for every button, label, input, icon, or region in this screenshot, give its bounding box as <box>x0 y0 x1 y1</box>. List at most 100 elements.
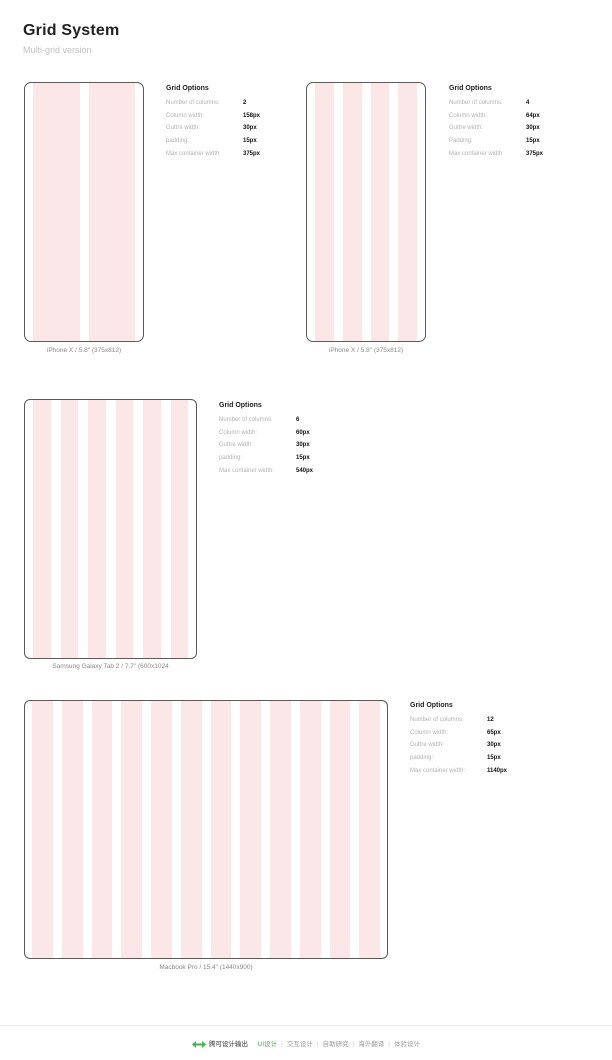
option-value: 15px <box>296 455 310 462</box>
option-row: Max container width: 540px <box>219 468 313 481</box>
option-row: Number of columns: 12 <box>410 717 494 730</box>
grid-column <box>33 400 51 658</box>
option-label: Guttre width: <box>166 125 201 132</box>
grid-column <box>342 83 362 341</box>
option-label: Column width: <box>219 429 258 436</box>
option-value: 375px <box>526 150 544 157</box>
device-frame-iphone-2col <box>24 82 144 342</box>
grid-column <box>180 701 202 958</box>
grid-column <box>61 701 83 958</box>
grid-column <box>60 400 78 658</box>
device-caption: Samsung Galaxy Tab 2 / 7.7" (600x1024 <box>52 663 169 670</box>
grid-column <box>115 400 133 658</box>
footer-divider <box>0 1025 612 1026</box>
grid-options-title: Grid Options <box>166 85 209 92</box>
grid-column <box>398 83 417 341</box>
option-row: Number of columns: 6 <box>219 417 299 430</box>
option-value: 375px <box>243 150 261 157</box>
footer-link-interaction[interactable]: 交互设计 <box>287 1041 313 1048</box>
grid-column <box>170 400 188 658</box>
option-label: Max container width <box>166 150 220 157</box>
grid-options-panel: Grid Options Number of columns: 12 Column… <box>410 702 507 781</box>
grid-column <box>88 83 135 341</box>
option-row: Column width: 65px <box>410 729 501 743</box>
option-label: Number of columns: <box>219 417 273 423</box>
footer-separator: | <box>388 1041 390 1048</box>
option-label: Column width: <box>166 112 205 119</box>
option-label: Number of columns: <box>449 100 503 106</box>
footer-brand: 腾可设计输出 <box>209 1041 249 1048</box>
option-label: Max container width: <box>219 467 275 474</box>
option-value: 1140px <box>487 767 508 774</box>
footer-separator: | <box>352 1041 355 1048</box>
grid-options-panel: Grid Options Number of columns: 6 Column … <box>219 402 313 481</box>
grid-column <box>143 400 161 658</box>
option-value: 4 <box>526 100 530 106</box>
option-label: padding: <box>219 455 243 462</box>
option-label: Number of columns: <box>166 100 220 106</box>
option-value: 6 <box>296 417 300 423</box>
footer-link-ui[interactable]: UI设计 <box>258 1041 278 1048</box>
grid-column <box>329 701 351 958</box>
grid-column <box>359 701 380 958</box>
device-frame-tablet-6col <box>24 399 197 659</box>
grid-column <box>33 83 80 341</box>
option-row: Number of columns: 2 <box>166 100 246 113</box>
grid-options-title: Grid Options <box>410 702 453 709</box>
option-row: Padding: 15px <box>449 138 540 151</box>
footer-link-experience[interactable]: 体验设计 <box>394 1041 420 1048</box>
option-row: padding: 15px <box>410 755 501 768</box>
option-value: 30px <box>526 125 540 132</box>
option-row: Number of columns: 4 <box>449 100 529 113</box>
option-value: 12 <box>487 717 494 723</box>
option-value: 15px <box>526 138 540 145</box>
option-row: Max container width 375px <box>449 151 543 164</box>
option-value: 15px <box>243 138 257 145</box>
grid-options-title: Grid Options <box>219 402 262 409</box>
grid-options-panel: Grid Options Number of columns: 2 Column … <box>166 85 260 164</box>
option-label: Max container width: <box>410 767 466 774</box>
grid-column <box>270 701 291 958</box>
option-value: 30px <box>296 442 310 449</box>
grid-column <box>32 701 53 958</box>
option-row: Max container width: 1140px <box>410 768 507 781</box>
option-row: Guttre width: 30px <box>410 742 501 755</box>
option-value: 65px <box>487 729 501 736</box>
option-label: padding: <box>410 755 434 762</box>
option-label: Column width: <box>410 729 449 736</box>
option-row: Column width: 158px <box>166 112 260 126</box>
option-row: Guttre width: 30px <box>166 125 257 138</box>
option-row: Column width: 64px <box>449 112 540 126</box>
device-caption: iPhone X / 5.8" (375x812) <box>328 347 404 354</box>
option-row: Guttre width: 30px <box>219 442 310 455</box>
grid-column <box>370 83 390 341</box>
grid-column <box>121 701 142 958</box>
option-value: 158px <box>243 112 261 119</box>
grid-column <box>299 701 321 958</box>
option-row: Column width: 60px <box>219 429 310 443</box>
device-caption: iPhone X / 5.8" (375x812) <box>46 347 122 354</box>
device-frame-laptop-12col <box>24 700 388 959</box>
footer-link-research[interactable]: 自助研究 <box>323 1041 349 1048</box>
page-title: Grid System <box>23 22 120 39</box>
footer: 腾可设计输出 UI设计 | 交互设计 | 自助研究 | 海外翻译 | 体验设计 <box>0 1038 612 1048</box>
option-value: 540px <box>296 467 314 474</box>
option-label: padding: <box>166 138 190 145</box>
option-value: 2 <box>243 100 247 106</box>
grid-column <box>240 701 261 958</box>
option-value: 30px <box>487 742 501 749</box>
option-value: 60px <box>296 429 310 436</box>
grid-column <box>315 83 334 341</box>
option-label: Guttre width: <box>449 125 484 132</box>
option-label: Guttre width: <box>410 742 445 749</box>
device-frame-iphone-4col <box>306 82 426 342</box>
option-label: Max container width <box>449 150 503 157</box>
option-row: Max container width 375px <box>166 151 260 164</box>
grid-column <box>151 701 172 958</box>
footer-separator: | <box>281 1041 283 1048</box>
option-row: padding: 15px <box>219 455 310 468</box>
option-label: Column width: <box>449 112 488 119</box>
footer-link-translation[interactable]: 海外翻译 <box>358 1041 384 1048</box>
option-label: Padding: <box>449 138 473 145</box>
grid-options-panel: Grid Options Number of columns: 4 Column … <box>449 85 543 164</box>
